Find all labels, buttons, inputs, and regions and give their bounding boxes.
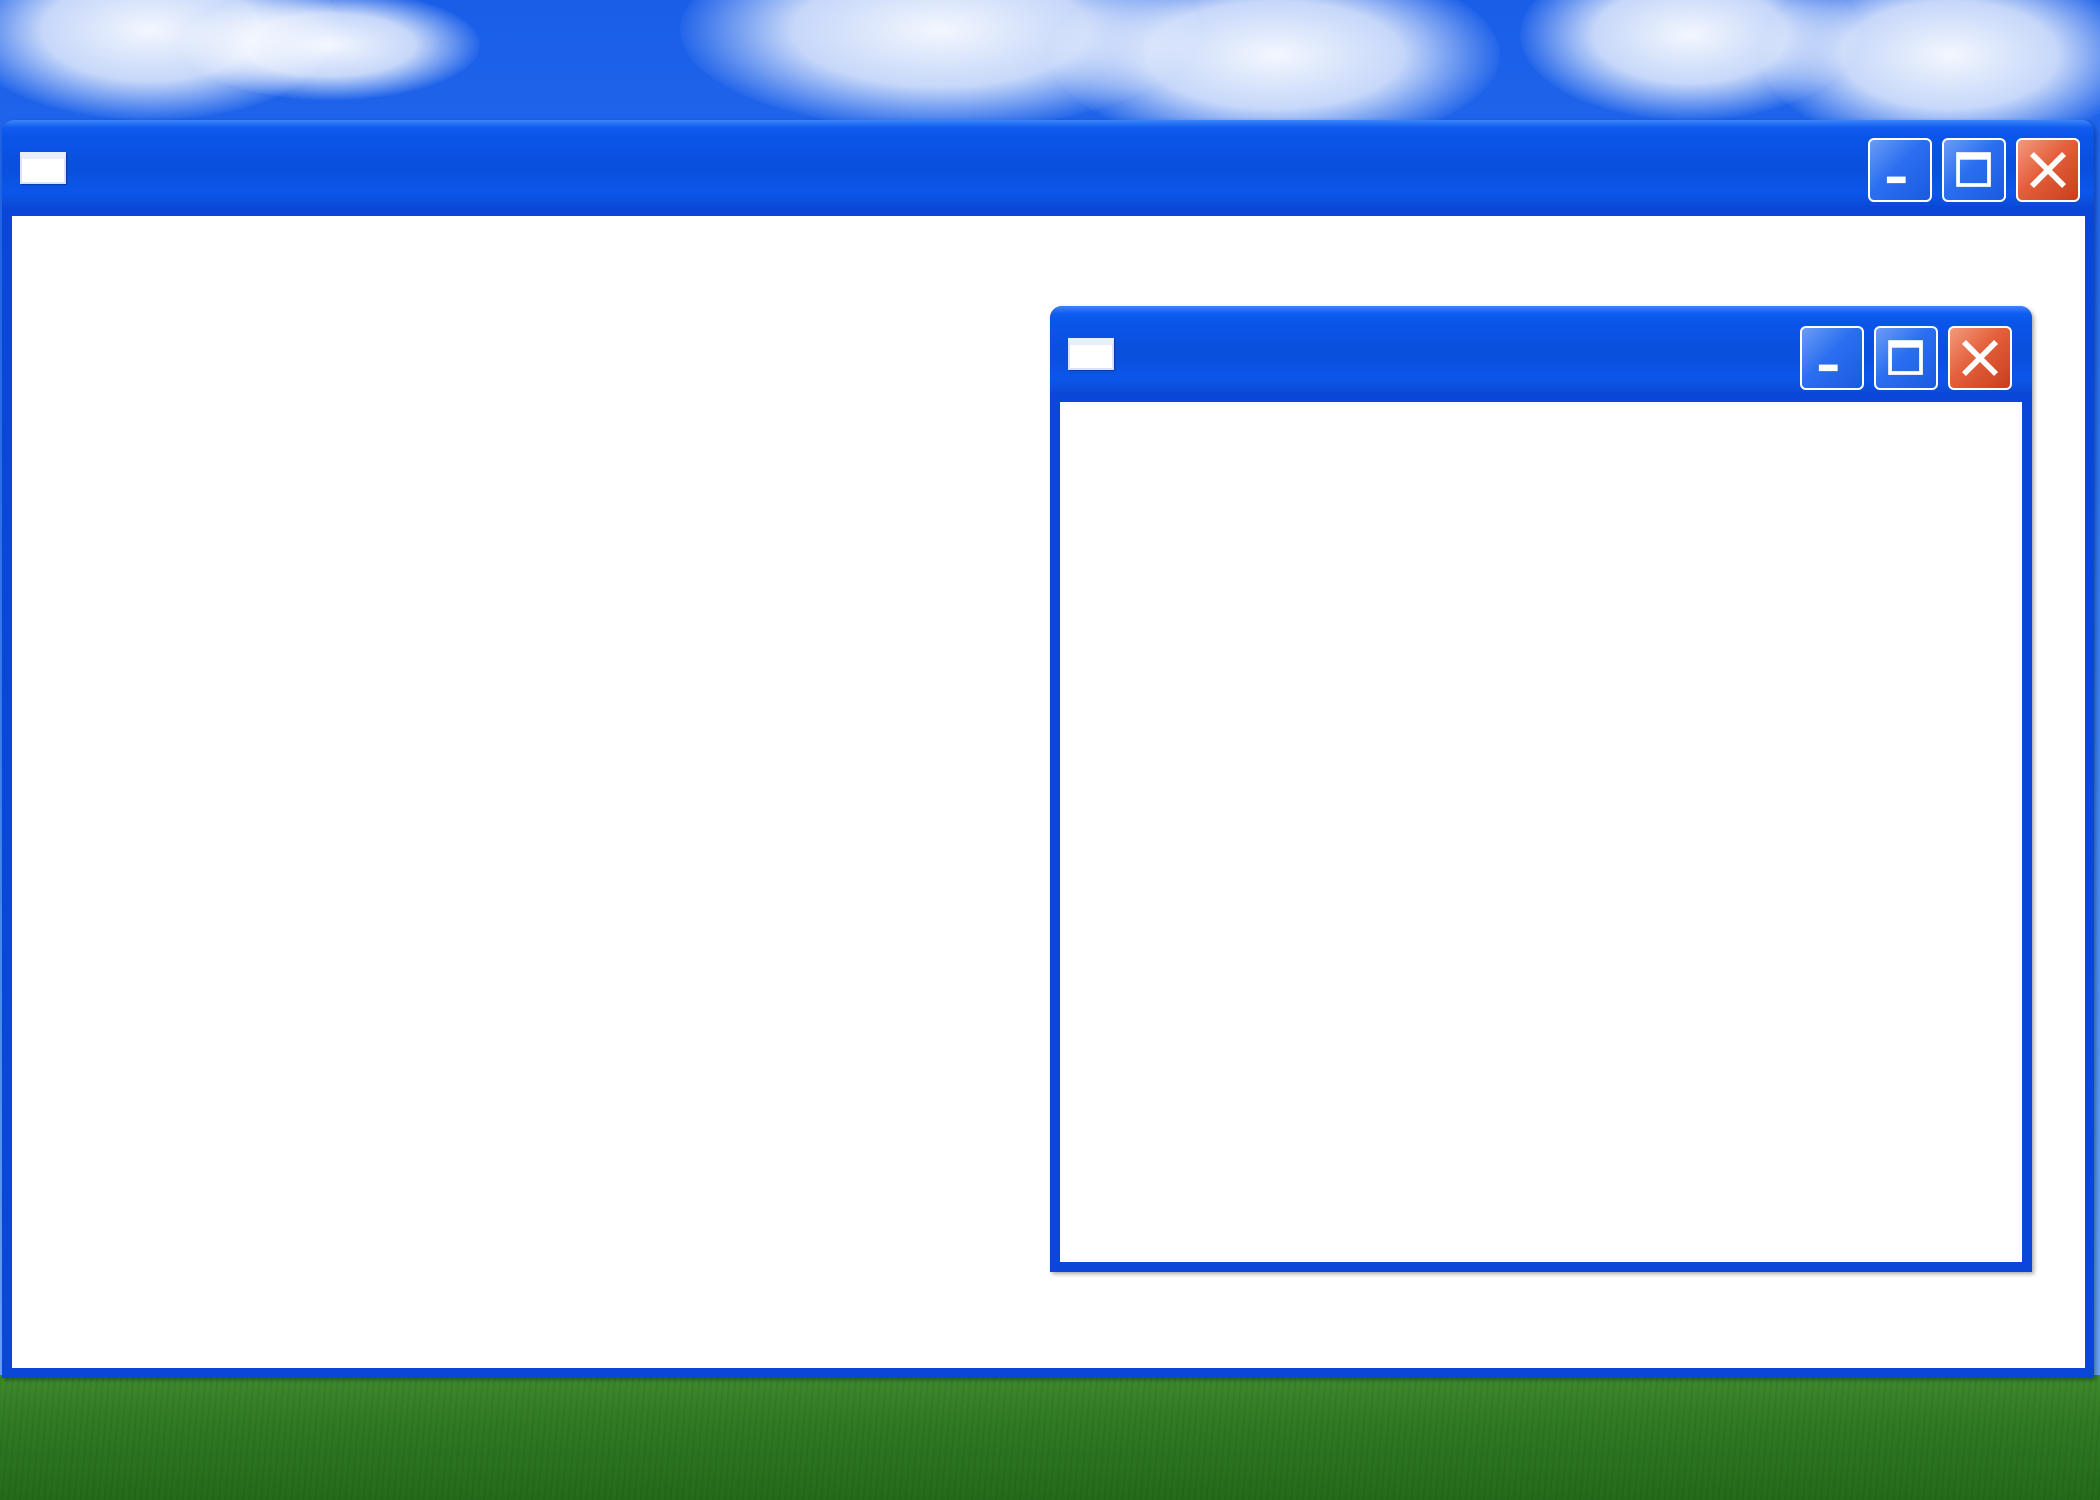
close-button[interactable] (2016, 138, 2080, 202)
maximize-icon (1888, 340, 1923, 375)
child-window[interactable] (1050, 306, 2032, 1272)
maximize-button[interactable] (1942, 138, 2006, 202)
maximize-icon (1956, 152, 1991, 187)
window-icon[interactable] (1068, 338, 1114, 370)
close-icon (2029, 151, 2067, 189)
child-window-titlebar[interactable] (1050, 306, 2032, 392)
minimize-button[interactable] (1868, 138, 1932, 202)
minimize-button[interactable] (1800, 326, 1864, 390)
desktop (0, 0, 2100, 1500)
desktop-grass (0, 1375, 2100, 1500)
maximize-button[interactable] (1874, 326, 1938, 390)
minimize-icon (1886, 176, 1906, 184)
close-icon (1961, 339, 1999, 377)
minimize-icon (1818, 364, 1838, 372)
close-button[interactable] (1948, 326, 2012, 390)
child-window-client[interactable] (1060, 402, 2022, 1262)
main-window-titlebar[interactable] (2, 120, 2094, 206)
window-icon[interactable] (20, 152, 66, 184)
